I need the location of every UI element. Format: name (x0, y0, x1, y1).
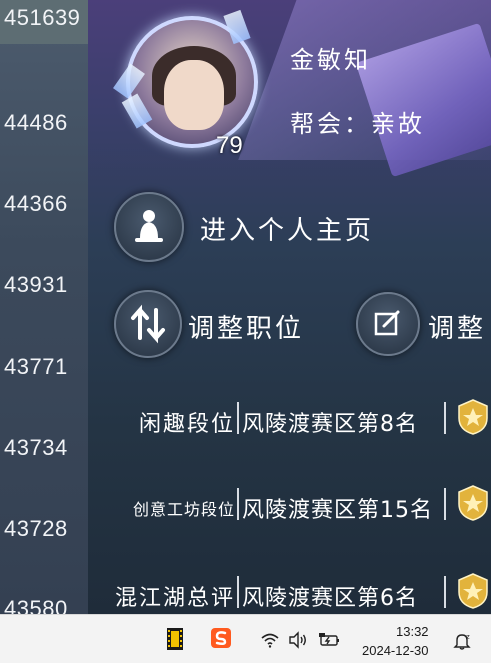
sogou-input-icon[interactable] (210, 627, 232, 649)
person-bust-icon (135, 210, 163, 242)
leaderboard-row-selected[interactable]: 451639 (0, 0, 88, 44)
gold-rank-badge-icon[interactable] (456, 572, 490, 610)
adjust-position-label[interactable]: 调整职位 (188, 308, 304, 345)
adjust-other-label[interactable]: 调整 (428, 308, 486, 345)
leaderboard-score: 43728 (4, 516, 68, 541)
clock-date[interactable]: 2024-12-30 (362, 643, 429, 658)
leaderboard-score: 44486 (4, 110, 68, 135)
system-taskbar: 13:32 2024-12-30 z (0, 614, 491, 663)
ranking-category: 混江湖总评 (114, 586, 235, 611)
player-level: 79 (216, 132, 243, 159)
leaderboard-row[interactable]: 43728 (4, 516, 68, 542)
ranking-row: 闲趣段位 风陵渡赛区第8名 (88, 398, 491, 440)
gold-rank-badge-icon[interactable] (456, 484, 490, 522)
leaderboard-row[interactable]: 43771 (4, 354, 68, 380)
ranking-row: 创意工坊段位 风陵渡赛区第15名 (88, 484, 491, 526)
ranking-row: 混江湖总评 风陵渡赛区第6名 (88, 572, 491, 614)
film-strip-app-icon[interactable] (166, 627, 184, 651)
leaderboard-score: 451639 (4, 5, 81, 30)
divider (237, 488, 239, 520)
divider (444, 576, 446, 608)
ranking-result: 风陵渡赛区第6名 (242, 586, 418, 611)
leaderboard-score: 43931 (4, 272, 68, 297)
divider (237, 402, 239, 434)
leaderboard-row[interactable]: 43734 (4, 435, 68, 461)
divider (444, 402, 446, 434)
avatar-face (164, 60, 224, 130)
player-name: 金敏知 (290, 46, 371, 74)
leaderboard-row[interactable]: 43580 (4, 596, 68, 614)
leaderboard-row[interactable]: 44486 (4, 110, 68, 136)
leaderboard-row[interactable]: 43931 (4, 272, 68, 298)
notification-bell-icon[interactable]: z (452, 631, 472, 651)
adjust-edit-button[interactable] (356, 292, 420, 356)
enter-homepage-label[interactable]: 进入个人主页 (200, 210, 374, 247)
enter-homepage-button[interactable] (114, 192, 184, 262)
player-profile-panel: 79 金敏知 帮会：亲故 进入个人主页 调整职位 调整 闲趣段位 风陵渡赛区第8… (88, 0, 491, 614)
leaderboard-score: 43734 (4, 435, 68, 460)
gold-rank-badge-icon[interactable] (456, 398, 490, 436)
edit-icon (374, 310, 400, 336)
avatar[interactable]: 79 (113, 6, 258, 159)
leaderboard-score: 43580 (4, 596, 68, 614)
leaderboard-score: 44366 (4, 191, 68, 216)
divider (237, 576, 239, 608)
clock-time[interactable]: 13:32 (396, 624, 429, 639)
wifi-icon[interactable] (260, 632, 280, 648)
leaderboard-score: 43771 (4, 354, 68, 379)
divider (444, 488, 446, 520)
battery-charging-icon[interactable] (318, 631, 342, 649)
guild-label: 帮会：亲故 (290, 110, 425, 138)
volume-icon[interactable] (288, 631, 308, 649)
ranking-category: 创意工坊段位 (132, 500, 235, 519)
leaderboard-row[interactable]: 44366 (4, 191, 68, 217)
svg-text:z: z (466, 633, 470, 641)
ranking-result: 风陵渡赛区第15名 (242, 498, 433, 523)
ranking-result: 风陵渡赛区第8名 (242, 412, 418, 437)
ranking-category: 闲趣段位 (138, 412, 235, 437)
adjust-position-button[interactable] (114, 290, 182, 358)
swap-arrows-icon (131, 304, 165, 344)
left-leaderboard-column: 451639 44486 44366 43931 43771 43734 437… (0, 0, 88, 614)
